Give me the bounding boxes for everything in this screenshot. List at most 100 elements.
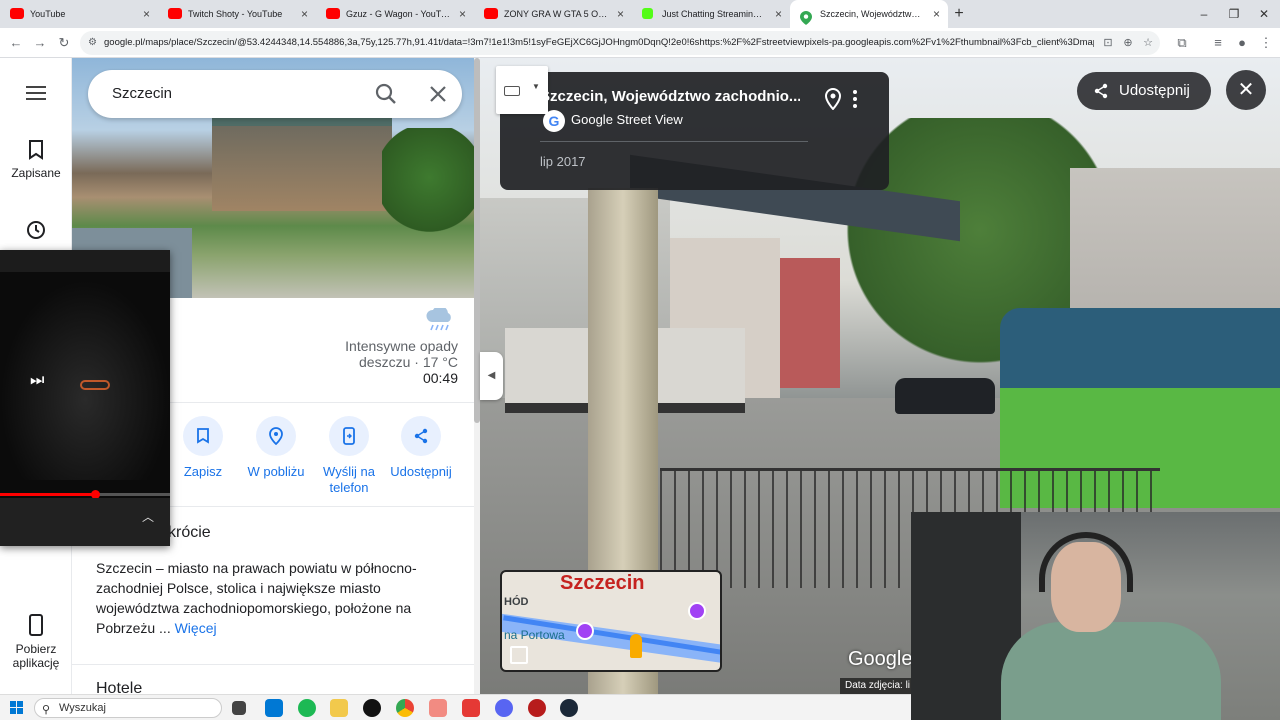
tiktok-icon[interactable] bbox=[363, 699, 381, 717]
tab-title: Just Chatting Streaming - Live bbox=[662, 9, 783, 19]
app-icon[interactable] bbox=[265, 699, 283, 717]
rail-item-recent[interactable] bbox=[0, 220, 72, 246]
browser-tab[interactable]: Gzuz - G Wagon - YouTube × bbox=[316, 0, 474, 28]
app-icon[interactable] bbox=[429, 699, 447, 717]
search-icon[interactable] bbox=[374, 82, 398, 106]
capture-date[interactable]: lip 2017 bbox=[540, 154, 586, 169]
youtube-icon bbox=[168, 8, 182, 19]
site-info-icon[interactable]: ⚙ bbox=[88, 37, 100, 49]
rain-cloud-icon bbox=[426, 308, 451, 331]
action-label: Zapisz bbox=[183, 464, 223, 479]
webcam-overlay bbox=[911, 512, 1280, 720]
collapse-panel-button[interactable]: ◀ bbox=[480, 352, 503, 400]
description-text: Szczecin – miasto na prawach powiatu w p… bbox=[96, 560, 417, 636]
youtube-icon bbox=[326, 8, 340, 19]
video-progress-bar[interactable] bbox=[0, 490, 170, 499]
location-pin-icon[interactable] bbox=[824, 88, 842, 110]
url-text[interactable]: google.pl/maps/place/Szczecin/@53.424434… bbox=[104, 31, 1094, 55]
file-explorer-icon[interactable] bbox=[330, 699, 348, 717]
street-view-title[interactable]: Szczecin, Województwo zachodnio... bbox=[540, 88, 800, 105]
app-icon[interactable] bbox=[528, 699, 546, 717]
youtube-icon bbox=[10, 8, 24, 19]
minimize-icon[interactable]: – bbox=[1190, 0, 1218, 28]
share-button[interactable]: Udostępnij bbox=[378, 416, 464, 480]
more-options-icon[interactable] bbox=[853, 90, 859, 111]
bookmark-star-icon[interactable]: ☆ bbox=[1138, 31, 1158, 55]
close-tab-icon[interactable]: × bbox=[143, 0, 150, 28]
steam-icon[interactable] bbox=[560, 699, 578, 717]
tab-title: Gzuz - G Wagon - YouTube bbox=[346, 9, 456, 19]
install-icon[interactable]: ⊡ bbox=[1098, 31, 1118, 55]
bookmark-icon bbox=[197, 428, 209, 444]
poi-marker-icon[interactable] bbox=[688, 602, 706, 620]
share-icon bbox=[414, 428, 428, 444]
close-tab-icon[interactable]: × bbox=[775, 0, 782, 28]
weather-time: 00:49 bbox=[422, 370, 458, 386]
place-description: Szczecin – miasto na prawach powiatu w p… bbox=[96, 558, 456, 638]
street-view-minimap[interactable]: Szczecin HÓD na Portowa bbox=[500, 570, 722, 672]
search-input[interactable]: Szczecin bbox=[112, 70, 172, 118]
zoom-icon[interactable]: ⊕ bbox=[1118, 31, 1138, 55]
floating-video-player[interactable]: ⏭ ︿ bbox=[0, 250, 170, 546]
hotels-heading: Hotele bbox=[96, 680, 143, 694]
video-frame bbox=[0, 280, 170, 480]
browser-tab-bar: YouTube × Twitch Shoty - YouTube × Gzuz … bbox=[0, 0, 1280, 28]
extensions-icon[interactable]: ⧉ bbox=[1172, 33, 1192, 53]
send-to-phone-icon bbox=[343, 427, 355, 445]
rail-item-get-app[interactable]: Pobierz aplikację bbox=[0, 614, 72, 670]
bookmark-icon bbox=[29, 140, 43, 160]
pegman-icon[interactable] bbox=[630, 634, 642, 658]
more-link[interactable]: Więcej bbox=[175, 620, 217, 636]
maximize-icon[interactable]: ❐ bbox=[1220, 0, 1248, 28]
clear-search-icon[interactable] bbox=[426, 82, 450, 106]
new-tab-icon[interactable]: + bbox=[948, 0, 970, 28]
browser-tab-active[interactable]: Szczecin, Województwo zachodnio × bbox=[790, 0, 948, 28]
search-box[interactable]: Szczecin bbox=[88, 70, 462, 118]
media-controls-icon[interactable]: ≡ bbox=[1208, 33, 1228, 53]
next-track-icon[interactable]: ⏭ bbox=[30, 372, 44, 390]
browser-tab[interactable]: Twitch Shoty - YouTube × bbox=[158, 0, 316, 28]
browser-tab[interactable]: Just Chatting Streaming - Live × bbox=[632, 0, 790, 28]
tab-title: YouTube bbox=[30, 9, 66, 19]
minimap-label: HÓD bbox=[504, 596, 529, 608]
app-icon[interactable] bbox=[462, 699, 480, 717]
windows-taskbar: ⚲ Wyszukaj bbox=[0, 694, 911, 720]
action-label: Wyślij na telefon bbox=[323, 464, 375, 495]
discord-icon[interactable] bbox=[495, 699, 513, 717]
close-tab-icon[interactable]: × bbox=[933, 0, 940, 28]
back-icon[interactable]: ← bbox=[6, 33, 26, 53]
close-tab-icon[interactable]: × bbox=[459, 0, 466, 28]
hamburger-menu-icon[interactable] bbox=[26, 86, 46, 100]
browser-menu-icon[interactable]: ⋮ bbox=[1256, 33, 1276, 53]
taskbar-search[interactable]: ⚲ Wyszukaj bbox=[34, 698, 222, 718]
street-view-share-button[interactable]: Udostępnij bbox=[1077, 72, 1211, 110]
poi-marker-icon[interactable] bbox=[576, 622, 594, 640]
reload-icon[interactable]: ↻ bbox=[54, 33, 74, 53]
taskbar-search-placeholder: Wyszukaj bbox=[59, 702, 106, 714]
window-close-icon[interactable]: ✕ bbox=[1250, 0, 1278, 28]
search-icon: ⚲ bbox=[42, 704, 51, 716]
google-maps-icon bbox=[800, 8, 814, 25]
browser-tab[interactable]: ZONY GRA W GTA 5 ONLINE × bbox=[474, 0, 632, 28]
action-label: W pobliżu bbox=[247, 464, 305, 479]
weather-info: Intensywne opady deszczu · 17 °C 00:49 bbox=[328, 338, 458, 386]
profile-avatar[interactable]: ● bbox=[1232, 33, 1252, 53]
close-tab-icon[interactable]: × bbox=[301, 0, 308, 28]
close-tab-icon[interactable]: × bbox=[617, 0, 624, 28]
minimap-label: na Portowa bbox=[504, 628, 565, 642]
address-bar[interactable]: ⚙ google.pl/maps/place/Szczecin/@53.4244… bbox=[80, 31, 1160, 55]
close-street-view-icon[interactable]: ✕ bbox=[1226, 70, 1266, 110]
browser-toolbar: ← → ↻ ⚙ google.pl/maps/place/Szczecin/@5… bbox=[0, 28, 1280, 58]
browser-tab[interactable]: YouTube × bbox=[0, 0, 158, 28]
windows-start-icon[interactable] bbox=[10, 701, 24, 715]
chrome-icon[interactable] bbox=[396, 699, 414, 717]
forward-icon[interactable]: → bbox=[30, 33, 50, 53]
chevron-up-icon[interactable]: ︿ bbox=[142, 508, 154, 525]
expand-map-icon[interactable] bbox=[510, 646, 528, 664]
rail-item-saved[interactable]: Zapisane bbox=[0, 140, 72, 180]
weather-description: Intensywne opady deszczu · 17 °C bbox=[345, 338, 458, 370]
image-data-label: Data zdjęcia: li bbox=[840, 678, 920, 694]
task-view-icon[interactable] bbox=[232, 701, 246, 715]
action-label: Udostępnij bbox=[390, 464, 452, 479]
spotify-icon[interactable] bbox=[298, 699, 316, 717]
